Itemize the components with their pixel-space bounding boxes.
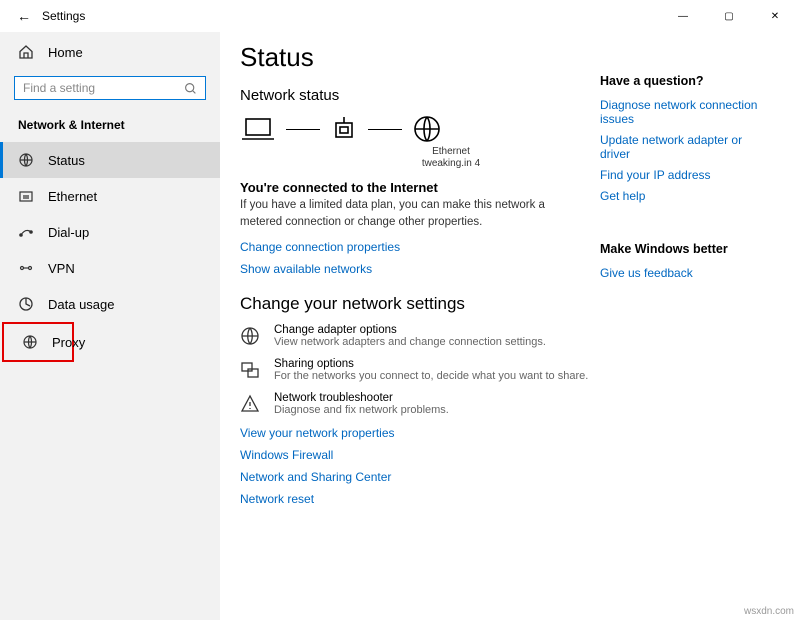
link-network-reset[interactable]: Network reset (240, 492, 590, 506)
main-content: Status Network status Ethernet tweaking.… (220, 32, 800, 620)
row-title: Sharing options (274, 358, 588, 370)
feedback-heading: Make Windows better (600, 242, 774, 256)
watermark: wsxdn.com (744, 606, 794, 617)
help-link-find-ip[interactable]: Find your IP address (600, 168, 774, 182)
troubleshooter-icon (240, 394, 262, 414)
question-heading: Have a question? (600, 74, 774, 88)
home-icon (18, 44, 34, 60)
connected-heading: You're connected to the Internet (240, 180, 590, 195)
sidebar-section-header: Network & Internet (0, 114, 220, 142)
connection-label: Ethernet tweaking.in 4 (312, 146, 590, 170)
network-diagram (240, 114, 590, 144)
page-title: Status (240, 42, 590, 73)
connected-description: If you have a limited data plan, you can… (240, 197, 590, 232)
link-windows-firewall[interactable]: Windows Firewall (240, 448, 590, 462)
sidebar-item-label: Dial-up (48, 225, 89, 240)
home-label: Home (48, 45, 83, 60)
vpn-icon (18, 260, 34, 276)
sidebar-item-status[interactable]: Status (0, 142, 220, 178)
proxy-icon (22, 334, 38, 350)
row-sharing-options[interactable]: Sharing options For the networks you con… (240, 358, 590, 382)
sidebar-item-label: Data usage (48, 297, 115, 312)
sidebar-item-label: Proxy (52, 335, 85, 350)
sidebar-item-label: Ethernet (48, 189, 97, 204)
row-subtitle: For the networks you connect to, decide … (274, 370, 588, 382)
back-button[interactable]: ← (10, 8, 38, 24)
sharing-icon (240, 360, 262, 380)
laptop-icon (240, 115, 276, 143)
sidebar-item-ethernet[interactable]: Ethernet (0, 178, 220, 214)
sidebar-item-vpn[interactable]: VPN (0, 250, 220, 286)
link-view-properties[interactable]: View your network properties (240, 426, 590, 440)
search-icon (184, 82, 197, 95)
network-status-heading: Network status (240, 87, 590, 104)
help-link-get-help[interactable]: Get help (600, 189, 774, 203)
datausage-icon (18, 296, 34, 312)
maximize-button[interactable]: ▢ (706, 1, 752, 31)
row-troubleshooter[interactable]: Network troubleshooter Diagnose and fix … (240, 392, 590, 416)
title-bar: ← Settings — ▢ ✕ (0, 0, 800, 32)
feedback-link[interactable]: Give us feedback (600, 266, 774, 280)
row-subtitle: Diagnose and fix network problems. (274, 404, 449, 416)
dialup-icon (18, 224, 34, 240)
search-placeholder: Find a setting (23, 81, 184, 95)
connector-line (368, 129, 402, 130)
adapter-icon (240, 326, 262, 346)
ethernet-icon (18, 188, 34, 204)
sidebar-item-dialup[interactable]: Dial-up (0, 214, 220, 250)
router-icon (330, 115, 358, 143)
search-input[interactable]: Find a setting (14, 76, 206, 100)
change-settings-heading: Change your network settings (240, 294, 590, 314)
globe-icon (412, 114, 442, 144)
row-title: Change adapter options (274, 324, 546, 336)
sidebar: Home Find a setting Network & Internet S… (0, 32, 220, 620)
window-title: Settings (42, 9, 85, 23)
sidebar-item-datausage[interactable]: Data usage (0, 286, 220, 322)
sidebar-item-proxy[interactable]: Proxy (2, 322, 74, 362)
link-show-available-networks[interactable]: Show available networks (240, 262, 590, 276)
status-icon (18, 152, 34, 168)
help-link-update-driver[interactable]: Update network adapter or driver (600, 133, 774, 161)
connector-line (286, 129, 320, 130)
sidebar-item-label: VPN (48, 261, 75, 276)
link-change-connection-properties[interactable]: Change connection properties (240, 240, 590, 254)
close-button[interactable]: ✕ (752, 1, 798, 31)
right-column: Have a question? Diagnose network connec… (590, 42, 780, 600)
minimize-button[interactable]: — (660, 1, 706, 31)
row-title: Network troubleshooter (274, 392, 449, 404)
sidebar-item-label: Status (48, 153, 85, 168)
row-subtitle: View network adapters and change connect… (274, 336, 546, 348)
home-button[interactable]: Home (0, 38, 220, 70)
help-link-diagnose[interactable]: Diagnose network connection issues (600, 98, 774, 126)
row-change-adapter[interactable]: Change adapter options View network adap… (240, 324, 590, 348)
link-network-sharing-center[interactable]: Network and Sharing Center (240, 470, 590, 484)
